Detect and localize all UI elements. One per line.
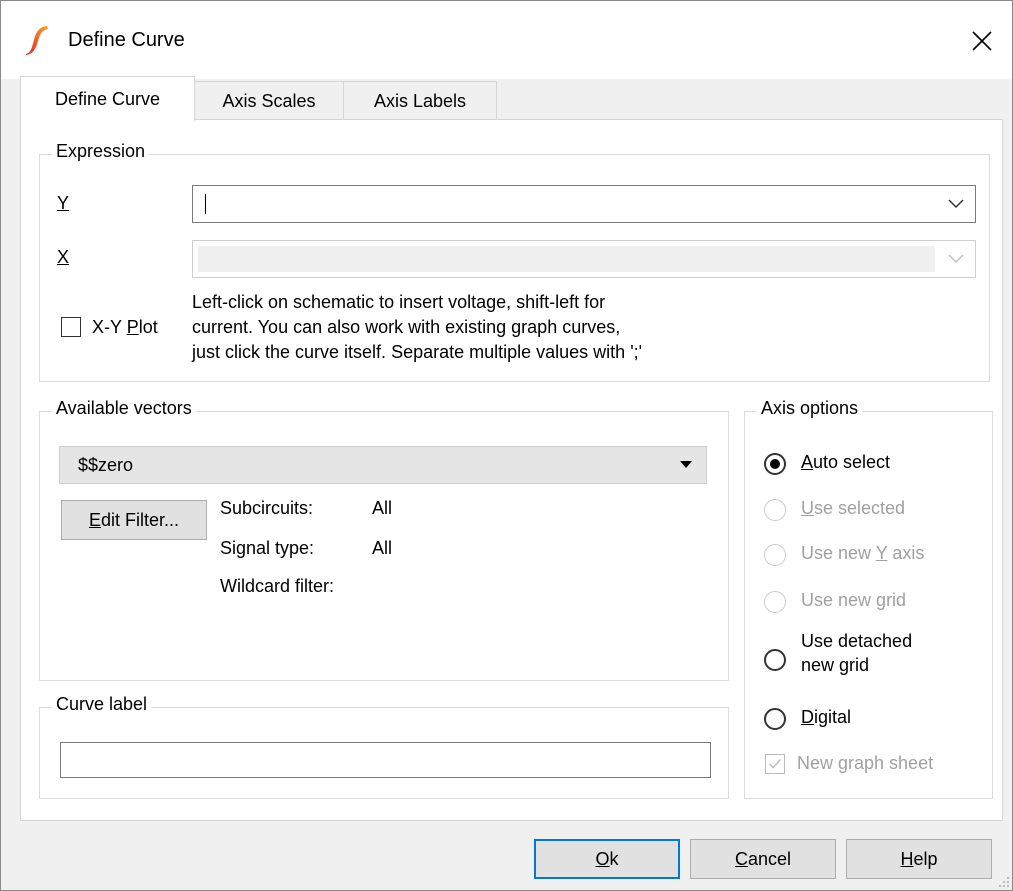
- use-new-grid-radio: [764, 591, 786, 613]
- chevron-down-icon: [948, 254, 964, 264]
- curve-label-group: Curve label: [39, 694, 729, 799]
- ok-button[interactable]: Ok: [534, 839, 680, 879]
- use-new-grid-text: Use new: [801, 590, 877, 610]
- axis-options-legend: Axis options: [757, 398, 863, 419]
- cancel-accel: C: [734, 848, 748, 869]
- close-icon[interactable]: [962, 21, 1002, 61]
- xy-plot-label-text: X-Y: [92, 317, 127, 337]
- x-expression-disabled-fill: [198, 246, 935, 272]
- use-detached-line-2: new grid: [801, 655, 870, 675]
- y-expression-combo[interactable]: [192, 185, 976, 223]
- digital-label: Digital: [801, 707, 851, 728]
- axis-options-group: Axis options Auto select Use selected Us…: [744, 398, 993, 799]
- help-accel: H: [900, 848, 914, 869]
- expression-legend: Expression: [52, 141, 150, 162]
- tab-define-curve[interactable]: Define Curve: [20, 76, 195, 121]
- auto-select-text: uto select: [813, 452, 891, 472]
- tab-axis-labels-label: Axis Labels: [373, 90, 467, 111]
- tab-axis-labels[interactable]: Axis Labels: [343, 81, 497, 120]
- ok-label: k: [609, 848, 619, 869]
- vector-select-value: $$zero: [78, 455, 134, 475]
- title-bar: Define Curve: [1, 1, 1012, 79]
- y-label: Y: [57, 193, 70, 213]
- wildcard-filter-label: Wildcard filter:: [220, 576, 335, 596]
- digital-accel: D: [801, 707, 814, 727]
- use-selected-label: Use selected: [801, 498, 905, 519]
- help-label: elp: [913, 848, 938, 869]
- xy-plot-label: X-Y Plot: [92, 317, 158, 338]
- help-button[interactable]: Help: [846, 839, 992, 879]
- use-detached-new-grid-radio[interactable]: [764, 649, 786, 671]
- edit-filter-label: dit Filter...: [100, 509, 180, 530]
- subcircuits-value: All: [372, 498, 393, 518]
- use-new-y-axis-accel: Y: [875, 543, 888, 563]
- edit-filter-accel: E: [88, 509, 101, 530]
- define-curve-panel: Expression Y X X-Y Plot Left-click on sc…: [20, 119, 1003, 821]
- expression-group: Expression Y X X-Y Plot Left-click on sc…: [39, 141, 990, 382]
- hint-line-2: current. You can also work with existing…: [192, 317, 621, 337]
- use-new-grid-label: Use new grid: [801, 590, 906, 611]
- app-logo-icon: [26, 26, 48, 55]
- auto-select-label: Auto select: [801, 452, 890, 473]
- use-new-y-axis-text: Use new: [801, 543, 876, 563]
- tab-axis-scales-label: Axis Scales: [222, 90, 316, 111]
- tab-axis-scales[interactable]: Axis Scales: [194, 81, 344, 120]
- curve-label-legend: Curve label: [52, 694, 152, 715]
- radio-selected-dot: [770, 459, 780, 469]
- x-label: X: [57, 247, 70, 267]
- define-curve-dialog: Define Curve Define Curve Axis Scales Ax…: [0, 0, 1013, 891]
- auto-select-radio[interactable]: [764, 453, 786, 475]
- cancel-button[interactable]: Cancel: [690, 839, 836, 879]
- available-vectors-legend: Available vectors: [52, 398, 196, 419]
- new-graph-sheet-checkbox: [765, 754, 785, 774]
- xy-plot-label-rest: lot: [138, 317, 158, 337]
- cancel-label: ancel: [747, 848, 792, 869]
- subcircuits-label: Subcircuits:: [220, 498, 314, 518]
- use-new-y-axis-text-post: axis: [887, 543, 925, 563]
- tab-define-curve-label: Define Curve: [54, 88, 161, 109]
- edit-filter-button[interactable]: Edit Filter...: [61, 500, 207, 540]
- use-selected-radio: [764, 499, 786, 521]
- signal-type-label: Signal type:: [220, 538, 315, 558]
- resize-grip-icon[interactable]: [998, 876, 1010, 888]
- checkmark-icon: [769, 759, 781, 769]
- use-detached-line-1: Use detached: [801, 631, 913, 651]
- digital-text: igital: [814, 707, 852, 727]
- xy-plot-accel: P: [126, 317, 139, 337]
- signal-type-value: All: [372, 538, 393, 558]
- hint-line-1: Left-click on schematic to insert voltag…: [192, 292, 606, 312]
- use-selected-text: se selected: [814, 498, 906, 518]
- ok-accel: O: [595, 848, 610, 869]
- window-title: Define Curve: [68, 29, 185, 51]
- chevron-down-icon[interactable]: [947, 196, 965, 210]
- new-graph-sheet-label: New graph sheet: [797, 753, 934, 773]
- xy-plot-checkbox[interactable]: [61, 317, 81, 337]
- x-expression-combo: [192, 240, 976, 278]
- digital-radio[interactable]: [764, 708, 786, 730]
- curve-label-input[interactable]: [60, 742, 711, 778]
- use-new-y-axis-label: Use new Y axis: [801, 543, 924, 564]
- dropdown-arrow-icon[interactable]: [680, 461, 692, 468]
- use-new-grid-accel: g: [876, 590, 887, 610]
- auto-select-accel: A: [801, 452, 814, 472]
- hint-line-3: just click the curve itself. Separate mu…: [192, 342, 643, 362]
- text-caret: [205, 194, 206, 214]
- use-new-grid-text-post: rid: [886, 590, 907, 610]
- use-new-y-axis-radio: [764, 544, 786, 566]
- vector-select[interactable]: $$zero: [59, 446, 707, 484]
- use-selected-accel: U: [801, 498, 814, 518]
